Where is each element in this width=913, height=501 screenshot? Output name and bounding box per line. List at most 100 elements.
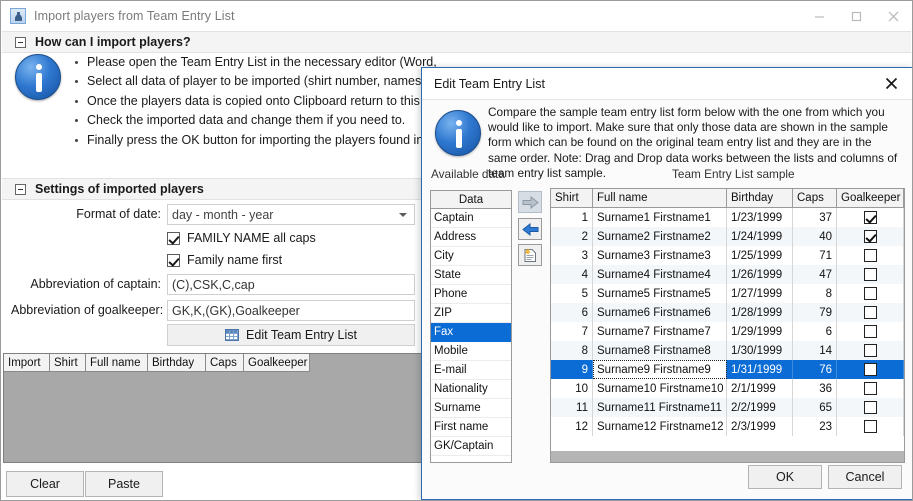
cell-shirt: 9 (551, 360, 593, 379)
captain-abbrev-input[interactable]: (C),CSK,C,cap (167, 274, 415, 295)
paste-button[interactable]: Paste (85, 471, 163, 497)
team-entry-sample-grid[interactable]: Shirt Full name Birthday Caps Goalkeeper… (550, 188, 905, 463)
column-header-goalkeeper[interactable]: Goalkeeper (244, 354, 310, 372)
move-left-button[interactable] (518, 218, 542, 240)
cell-caps: 14 (793, 341, 837, 360)
column-header-import[interactable]: Import (4, 354, 50, 372)
column-header-shirt[interactable]: Shirt (50, 354, 86, 372)
table-row[interactable]: 12 Surname12 Firstname12 2/3/1999 23 (551, 417, 904, 436)
column-header-full-name[interactable]: Full name (86, 354, 148, 372)
family-name-caps-checkbox[interactable]: FAMILY NAME all caps (167, 229, 316, 247)
arrow-right-icon (522, 195, 539, 209)
table-row-selected[interactable]: 9 Surname9 Firstname9 1/31/1999 76 (551, 360, 904, 379)
collapse-icon[interactable] (15, 36, 26, 48)
cell-full-name[interactable]: Surname9 Firstname9 (593, 360, 727, 379)
edit-team-entry-list-button[interactable]: Edit Team Entry List (167, 324, 415, 346)
cancel-button[interactable]: Cancel (828, 465, 902, 489)
new-column-button[interactable] (518, 244, 542, 266)
table-row[interactable]: 7 Surname7 Firstname7 1/29/1999 6 (551, 322, 904, 341)
close-icon[interactable] (880, 73, 902, 95)
column-header-goalkeeper[interactable]: Goalkeeper (837, 189, 904, 208)
goalkeeper-abbrev-input[interactable]: GK,K,(GK),Goalkeeper (167, 300, 415, 321)
column-header-birthday[interactable]: Birthday (148, 354, 206, 372)
column-header-caps[interactable]: Caps (206, 354, 244, 372)
checkbox-icon[interactable] (863, 306, 877, 319)
cell-full-name: Surname11 Firstname11 (593, 398, 727, 417)
available-data-header[interactable]: Data (431, 191, 511, 209)
table-row[interactable]: 4 Surname4 Firstname4 1/26/1999 47 (551, 265, 904, 284)
checkbox-icon[interactable] (167, 253, 180, 267)
list-item[interactable]: E-mail (431, 361, 511, 380)
cell-goalkeeper[interactable] (837, 379, 904, 398)
column-header-birthday[interactable]: Birthday (727, 189, 793, 208)
table-row[interactable]: 5 Surname5 Firstname5 1/27/1999 8 (551, 284, 904, 303)
available-data-list[interactable]: Data Captain Address City State Phone ZI… (430, 190, 512, 463)
cell-goalkeeper[interactable] (837, 322, 904, 341)
checkbox-icon[interactable] (863, 325, 877, 338)
list-item[interactable]: GK/Captain (431, 437, 511, 456)
cell-full-name: Surname3 Firstname3 (593, 246, 727, 265)
checkbox-icon[interactable] (863, 363, 877, 376)
cell-full-name: Surname12 Firstname12 (593, 417, 727, 436)
table-row[interactable]: 8 Surname8 Firstname8 1/30/1999 14 (551, 341, 904, 360)
date-format-select[interactable]: day - month - year (167, 204, 415, 225)
column-header-caps[interactable]: Caps (793, 189, 837, 208)
cell-goalkeeper[interactable] (837, 246, 904, 265)
list-item[interactable]: Nationality (431, 380, 511, 399)
move-right-button[interactable] (518, 191, 542, 213)
minimize-icon[interactable] (801, 1, 838, 31)
list-item[interactable]: Surname (431, 399, 511, 418)
cell-birthday: 1/25/1999 (727, 246, 793, 265)
table-row[interactable]: 1 Surname1 Firstname1 1/23/1999 37 (551, 208, 904, 227)
collapse-icon[interactable] (15, 183, 26, 195)
checkbox-icon[interactable] (863, 249, 877, 262)
cell-goalkeeper[interactable] (837, 303, 904, 322)
checkbox-icon[interactable] (863, 420, 877, 433)
table-row[interactable]: 2 Surname2 Firstname2 1/24/1999 40 (551, 227, 904, 246)
list-item[interactable]: State (431, 266, 511, 285)
cell-goalkeeper[interactable] (837, 284, 904, 303)
cell-caps: 71 (793, 246, 837, 265)
column-header-shirt[interactable]: Shirt (551, 189, 593, 208)
checkbox-icon[interactable] (863, 382, 877, 395)
family-name-first-checkbox[interactable]: Family name first (167, 251, 282, 269)
checkbox-icon[interactable] (863, 344, 877, 357)
cell-goalkeeper[interactable] (837, 265, 904, 284)
cell-caps: 65 (793, 398, 837, 417)
checkbox-icon[interactable] (863, 287, 877, 300)
column-header-full-name[interactable]: Full name (593, 189, 727, 208)
list-item[interactable]: Captain (431, 209, 511, 228)
help-bullet-list: Please open the Team Entry List in the n… (73, 53, 441, 150)
list-item[interactable]: Mobile (431, 342, 511, 361)
list-item[interactable]: First name (431, 418, 511, 437)
cell-birthday: 1/30/1999 (727, 341, 793, 360)
cell-goalkeeper[interactable] (837, 398, 904, 417)
help-section-header[interactable]: How can I import players? (2, 31, 911, 53)
cell-goalkeeper[interactable] (837, 227, 904, 246)
list-item[interactable]: ZIP (431, 304, 511, 323)
cell-goalkeeper[interactable] (837, 341, 904, 360)
cell-goalkeeper[interactable] (837, 208, 904, 227)
list-item-selected[interactable]: Fax (431, 323, 511, 342)
cell-goalkeeper[interactable] (837, 360, 904, 379)
clear-button[interactable]: Clear (6, 471, 84, 497)
table-row[interactable]: 11 Surname11 Firstname11 2/2/1999 65 (551, 398, 904, 417)
close-icon[interactable] (875, 1, 912, 31)
list-item[interactable]: Address (431, 228, 511, 247)
list-item: Once the players data is copied onto Cli… (73, 92, 441, 111)
table-row[interactable]: 10 Surname10 Firstname10 2/1/1999 36 (551, 379, 904, 398)
table-row[interactable]: 3 Surname3 Firstname3 1/25/1999 71 (551, 246, 904, 265)
checkbox-icon[interactable] (863, 230, 877, 243)
checkbox-icon[interactable] (863, 401, 877, 414)
list-item[interactable]: City (431, 247, 511, 266)
table-row[interactable]: 6 Surname6 Firstname6 1/28/1999 79 (551, 303, 904, 322)
checkbox-icon[interactable] (863, 268, 877, 281)
list-item[interactable]: Phone (431, 285, 511, 304)
arrow-left-icon (521, 222, 538, 236)
ok-button[interactable]: OK (748, 465, 822, 489)
maximize-icon[interactable] (838, 1, 875, 31)
cell-birthday: 2/1/1999 (727, 379, 793, 398)
cell-goalkeeper[interactable] (837, 417, 904, 436)
checkbox-icon[interactable] (167, 231, 180, 245)
checkbox-icon[interactable] (863, 211, 877, 224)
